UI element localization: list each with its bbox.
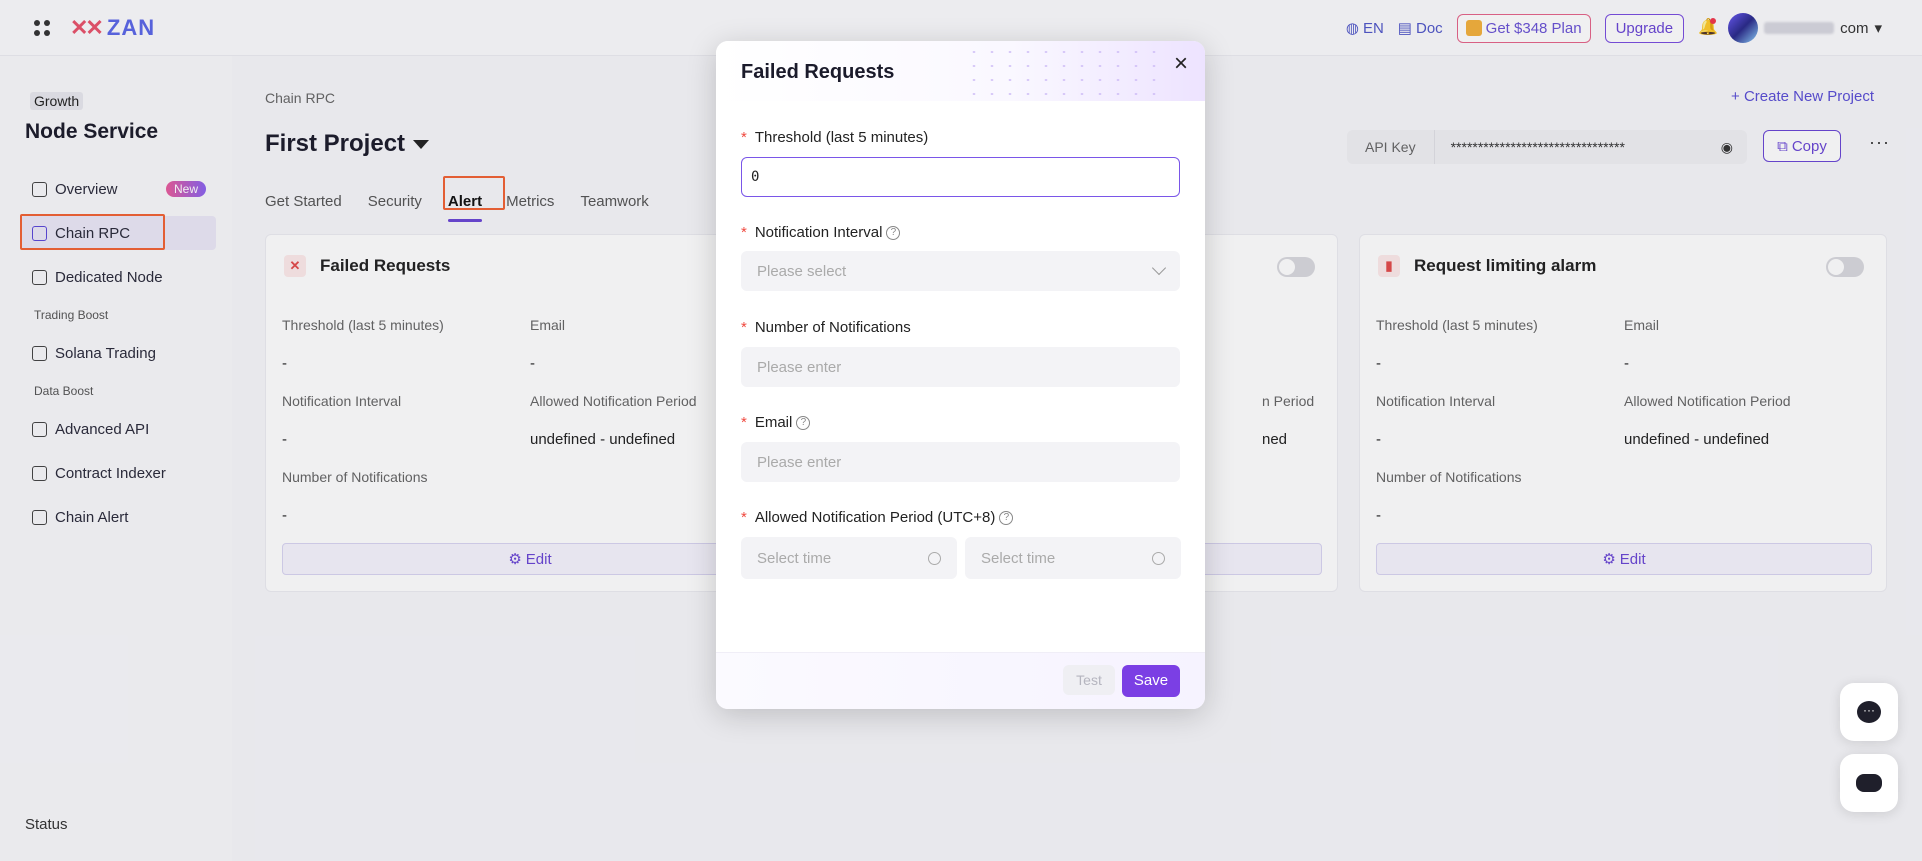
modal-title: Failed Requests	[741, 61, 895, 83]
decorative-dots	[965, 45, 1165, 97]
required-mark: *	[741, 129, 747, 146]
start-time-placeholder: Select time	[757, 549, 832, 567]
period-field-label: * Allowed Notification Period (UTC+8)?	[741, 509, 1014, 526]
chat-fab[interactable]: ···	[1840, 683, 1898, 741]
start-time-input[interactable]: Select time	[741, 537, 957, 579]
count-field-label: * Number of Notifications	[741, 319, 911, 336]
clock-icon	[928, 551, 941, 565]
help-icon[interactable]: ?	[886, 225, 901, 240]
clock-icon	[1152, 551, 1165, 565]
chevron-down-icon	[1151, 260, 1167, 276]
interval-field-label: * Notification Interval?	[741, 224, 901, 241]
app: ✕✕ ZAN ◍ EN ▤ Doc Get $348 Plan Upgrade 🔔 …	[0, 0, 1922, 861]
help-icon[interactable]: ?	[999, 510, 1014, 525]
close-icon[interactable]: ×	[1169, 52, 1193, 77]
end-time-input[interactable]: Select time	[965, 537, 1181, 579]
label-text: Threshold (last 5 minutes)	[754, 129, 929, 146]
modal-footer: Test Save	[716, 652, 1205, 709]
modal-header: Failed Requests ×	[716, 41, 1205, 101]
threshold-input-value: 0	[751, 169, 760, 185]
label-text: Notification Interval	[754, 224, 883, 241]
discord-fab[interactable]	[1840, 754, 1898, 812]
interval-select[interactable]: Please select	[741, 251, 1180, 291]
required-mark: *	[741, 224, 747, 241]
email-placeholder: Please enter	[757, 453, 842, 471]
threshold-input[interactable]: 0	[741, 157, 1180, 197]
email-field-label: * Email?	[741, 414, 811, 431]
count-input[interactable]: Please enter	[741, 347, 1180, 387]
label-text: Number of Notifications	[754, 319, 911, 336]
help-icon[interactable]: ?	[796, 415, 811, 430]
required-mark: *	[741, 414, 747, 431]
label-text: Email	[754, 414, 793, 431]
interval-placeholder: Please select	[757, 262, 847, 280]
test-button[interactable]: Test	[1063, 665, 1115, 695]
save-button[interactable]: Save	[1122, 665, 1180, 697]
required-mark: *	[741, 319, 747, 336]
threshold-field-label: * Threshold (last 5 minutes)	[741, 129, 928, 146]
count-placeholder: Please enter	[757, 358, 842, 376]
required-mark: *	[741, 509, 747, 526]
discord-icon	[1856, 774, 1882, 792]
failed-requests-modal: Failed Requests × * Threshold (last 5 min…	[716, 41, 1205, 709]
label-text: Allowed Notification Period (UTC+8)	[754, 509, 996, 526]
chat-icon: ···	[1857, 701, 1881, 723]
email-input[interactable]: Please enter	[741, 442, 1180, 482]
end-time-placeholder: Select time	[981, 549, 1056, 567]
